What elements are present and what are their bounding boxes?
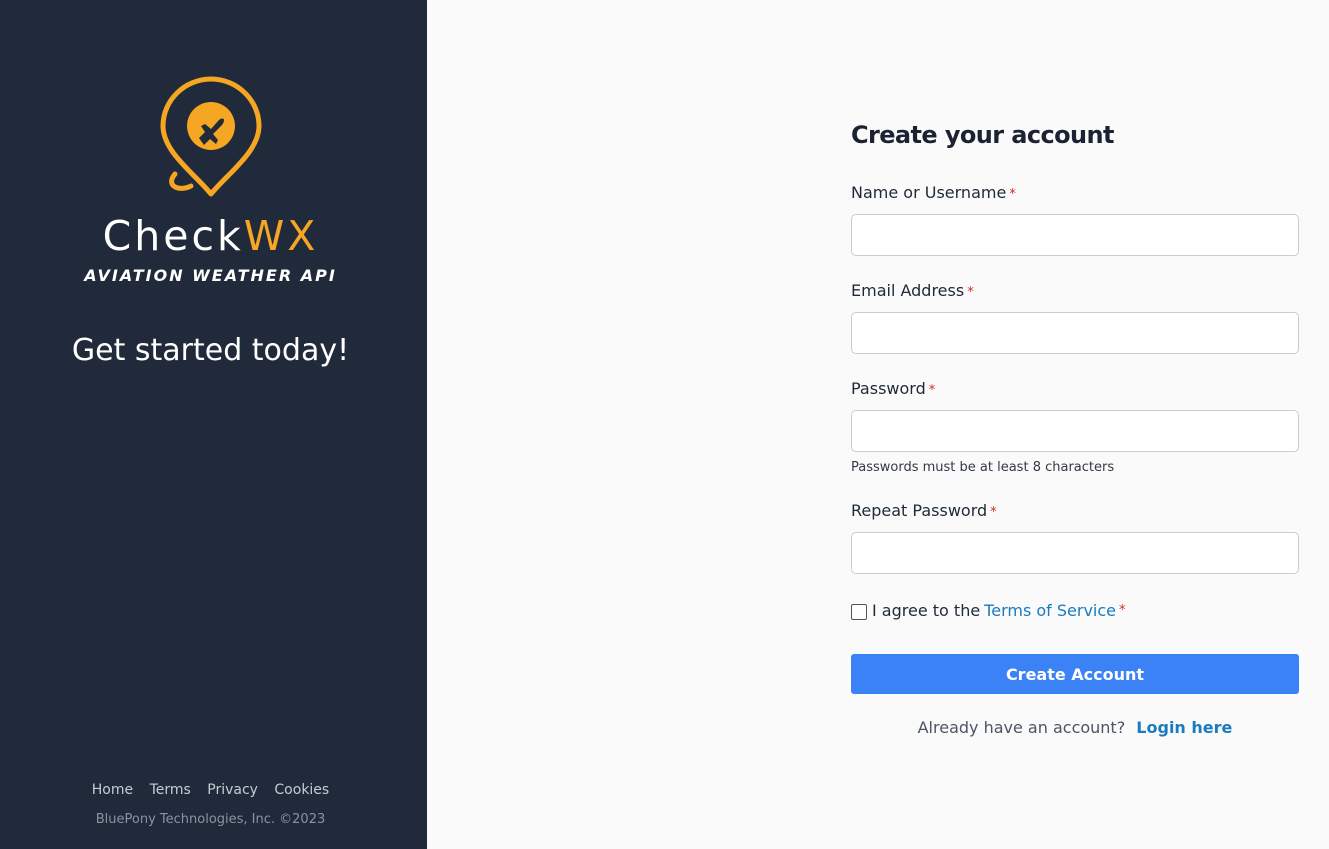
- page-title: Create your account: [851, 121, 1114, 149]
- required-mark: *: [967, 285, 974, 300]
- signup-form: Create your account Name or Username * Em…: [851, 118, 1299, 737]
- copyright: BluePony Technologies, Inc. ©2023: [95, 812, 326, 827]
- repeat-password-label: Repeat Password *: [851, 500, 1299, 522]
- create-account-button[interactable]: Create Account: [851, 654, 1299, 694]
- username-field-group: Name or Username *: [851, 182, 1299, 256]
- repeat-password-field-group: Repeat Password *: [851, 500, 1299, 574]
- required-mark: *: [990, 505, 997, 520]
- footer-link-home[interactable]: Home: [92, 782, 133, 798]
- agree-text: I agree to the: [872, 601, 981, 620]
- email-field-group: Email Address *: [851, 280, 1299, 354]
- sidebar: CheckWX AVIATION WEATHER API Get started…: [0, 0, 427, 849]
- required-mark: *: [1009, 187, 1016, 202]
- login-prompt-line: Already have an account? Login here: [851, 718, 1299, 737]
- sidebar-headline: Get started today!: [71, 333, 350, 368]
- terms-agreement: I agree to the Terms of Service *: [851, 601, 1299, 620]
- username-input[interactable]: [851, 214, 1299, 256]
- password-label: Password *: [851, 378, 1299, 400]
- required-mark: *: [1119, 603, 1126, 618]
- username-label: Name or Username *: [851, 182, 1299, 204]
- password-hint: Passwords must be at least 8 characters: [851, 460, 1115, 475]
- login-link[interactable]: Login here: [1136, 718, 1232, 737]
- brand-main: Check: [102, 212, 244, 260]
- password-input[interactable]: [851, 410, 1299, 452]
- location-pin-airplane-icon: [160, 76, 262, 197]
- password-label-text: Password: [851, 379, 926, 398]
- brand-tagline: AVIATION WEATHER API: [84, 266, 337, 285]
- footer-nav: Home Terms Privacy Cookies: [0, 782, 421, 798]
- brand-accent: WX: [243, 212, 319, 260]
- repeat-password-input[interactable]: [851, 532, 1299, 574]
- login-prompt: Already have an account?: [917, 718, 1126, 737]
- terms-checkbox[interactable]: [851, 603, 867, 620]
- brand-wordmark: CheckWX: [0, 211, 421, 261]
- footer-link-privacy[interactable]: Privacy: [207, 782, 258, 798]
- email-label-text: Email Address: [851, 281, 965, 300]
- username-label-text: Name or Username: [851, 183, 1007, 202]
- terms-of-service-link[interactable]: Terms of Service: [984, 601, 1116, 620]
- email-label: Email Address *: [851, 280, 1299, 302]
- footer-link-cookies[interactable]: Cookies: [274, 782, 329, 798]
- required-mark: *: [928, 383, 936, 398]
- footer-link-terms[interactable]: Terms: [150, 782, 191, 798]
- repeat-password-label-text: Repeat Password: [851, 501, 988, 520]
- email-input[interactable]: [851, 312, 1299, 354]
- password-field-group: Password * Passwords must be at least 8 c…: [851, 378, 1299, 475]
